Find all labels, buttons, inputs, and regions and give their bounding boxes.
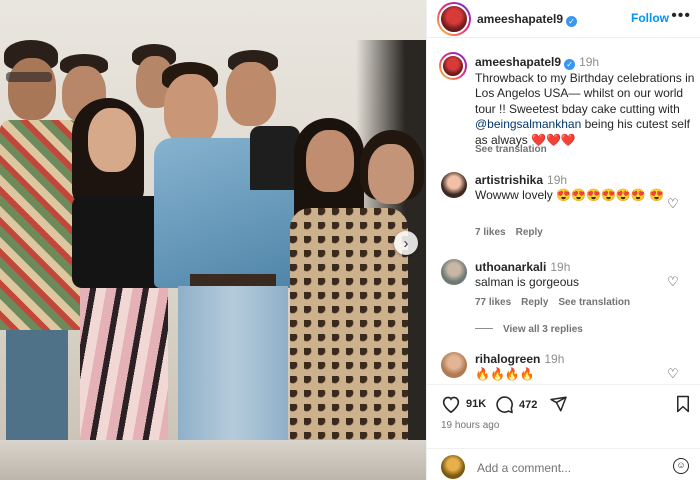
- like-action[interactable]: 91K: [441, 395, 486, 413]
- comment-text-block: artistrishika 19h Wowww lovely 😍😍😍😍😍😍 😍: [475, 173, 675, 203]
- person-glasses-back: [220, 50, 300, 190]
- caption-mention-link[interactable]: @beingsalmankhan: [475, 117, 581, 131]
- comment-likes[interactable]: 7 likes: [475, 227, 506, 238]
- post-timestamp: 19 hours ago: [441, 420, 500, 431]
- caption-time: 19h: [579, 55, 600, 69]
- post-actions-bar: 91K 472: [427, 384, 700, 424]
- caption: ameeshapatel9 ✓ 19h Throwback to my Birthd…: [475, 55, 697, 148]
- comment-username[interactable]: uthoanarkali: [475, 260, 546, 274]
- header-username-row: ameeshapatel9 ✓: [477, 12, 578, 27]
- heart-icon[interactable]: [441, 395, 461, 413]
- see-translation-button[interactable]: See translation: [558, 297, 630, 308]
- comment-text-block: uthoanarkali 19h salman is gorgeous: [475, 260, 675, 290]
- author-username[interactable]: ameeshapatel9: [477, 12, 563, 26]
- view-all-replies-button[interactable]: View all 3 replies: [475, 324, 583, 335]
- comment-avatar[interactable]: [441, 352, 467, 378]
- comment-meta: 77 likes Reply See translation: [475, 297, 640, 308]
- comment-meta: 7 likes Reply: [475, 227, 553, 238]
- view-all-replies-label: View all 3 replies: [503, 324, 583, 335]
- next-arrow-icon[interactable]: ›: [394, 231, 418, 255]
- heart-icon[interactable]: ♡: [667, 197, 679, 210]
- comment-avatar[interactable]: [441, 259, 467, 285]
- divider: [475, 328, 493, 329]
- table-edge: [0, 440, 426, 480]
- comments-count: 472: [519, 398, 538, 411]
- follow-button[interactable]: Follow: [631, 11, 669, 25]
- comment-action[interactable]: 472: [495, 395, 537, 414]
- comment-time: 19h: [550, 260, 571, 274]
- comment-time: 19h: [547, 173, 568, 187]
- comment-likes[interactable]: 77 likes: [475, 297, 511, 308]
- reply-button[interactable]: Reply: [516, 227, 543, 238]
- caption-avatar[interactable]: [439, 52, 467, 80]
- add-comment-input[interactable]: Add a comment...: [477, 461, 571, 475]
- post-side-panel: ameeshapatel9 ✓ Follow ••• ameeshapatel9 ✓…: [426, 0, 700, 480]
- comment-time: 19h: [544, 352, 565, 366]
- bookmark-icon[interactable]: [675, 395, 691, 413]
- share-action[interactable]: [549, 395, 568, 413]
- author-avatar[interactable]: [437, 2, 471, 36]
- comment-text-block: rihalogreen 19h 🔥🔥🔥🔥: [475, 352, 675, 382]
- comment-text: 🔥🔥🔥🔥: [475, 367, 535, 381]
- add-comment-bar: Add a comment... ☺: [427, 448, 700, 480]
- viewer-avatar: [441, 455, 465, 479]
- comment-text: Wowww lovely 😍😍😍😍😍😍 😍: [475, 188, 665, 202]
- reply-button[interactable]: Reply: [521, 297, 548, 308]
- caption-username[interactable]: ameeshapatel9: [475, 55, 561, 69]
- post-header: ameeshapatel9 ✓ Follow •••: [427, 0, 700, 38]
- verified-icon: ✓: [566, 16, 578, 27]
- heart-icon[interactable]: ♡: [667, 367, 679, 380]
- comment-avatar[interactable]: [441, 172, 467, 198]
- comment-username[interactable]: artistrishika: [475, 173, 543, 187]
- post-photo[interactable]: ›: [0, 0, 426, 480]
- share-icon[interactable]: [549, 395, 568, 413]
- emoji-icon[interactable]: ☺: [673, 458, 689, 474]
- caption-text: Throwback to my Birthday celebrations in…: [475, 70, 695, 116]
- comment-icon[interactable]: [495, 395, 514, 414]
- comment-username[interactable]: rihalogreen: [475, 352, 540, 366]
- more-options-icon[interactable]: •••: [671, 7, 691, 25]
- comment-text: salman is gorgeous: [475, 275, 580, 289]
- save-action[interactable]: [675, 395, 691, 413]
- likes-count: 91K: [466, 398, 487, 410]
- verified-icon: ✓: [564, 59, 576, 70]
- see-translation-button[interactable]: See translation: [475, 144, 547, 155]
- person-glasses-right: [360, 130, 424, 290]
- heart-icon[interactable]: ♡: [667, 275, 679, 288]
